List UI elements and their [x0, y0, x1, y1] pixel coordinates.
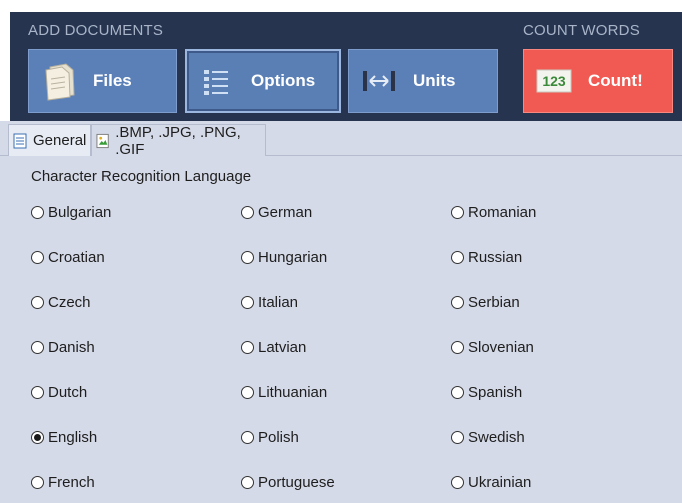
language-radio-spanish[interactable]: Spanish	[451, 384, 522, 401]
radio-dot[interactable]	[31, 341, 44, 354]
files-label: Files	[93, 71, 132, 90]
language-radio-polish[interactable]: Polish	[241, 429, 299, 446]
language-radio-dutch[interactable]: Dutch	[31, 384, 87, 401]
radio-dot[interactable]	[31, 251, 44, 264]
radio-label: Russian	[468, 249, 523, 266]
tab-images-label: .BMP, .JPG, .PNG, .GIF	[115, 123, 241, 158]
language-radio-portuguese[interactable]: Portuguese	[241, 474, 335, 491]
radio-label: Spanish	[468, 384, 523, 401]
count-label: Count!	[588, 71, 643, 90]
radio-label: Portuguese	[258, 474, 335, 491]
width-arrows-icon	[359, 61, 399, 101]
radio-label: Bulgarian	[48, 204, 112, 221]
language-radio-ukrainian[interactable]: Ukrainian	[451, 474, 531, 491]
files-button[interactable]: Files	[28, 49, 177, 113]
radio-label: Dutch	[48, 384, 88, 401]
language-radio-serbian[interactable]: Serbian	[451, 294, 520, 311]
radio-dot[interactable]	[451, 476, 464, 489]
language-radio-romanian[interactable]: Romanian	[451, 204, 536, 221]
language-radio-croatian[interactable]: Croatian	[31, 249, 105, 266]
radio-dot[interactable]	[241, 386, 254, 399]
count-button[interactable]: 123 Count!	[523, 49, 673, 113]
tab-images[interactable]: .BMP, .JPG, .PNG, .GIF	[91, 123, 266, 158]
options-panel: Character Recognition Language Bulgarian…	[0, 156, 682, 503]
radio-label: Croatian	[48, 249, 105, 266]
radio-dot[interactable]	[451, 251, 464, 264]
top-bar: ADD DOCUMENTS COUNT WORDS Files Options …	[0, 0, 682, 121]
page-icon	[13, 133, 27, 148]
tab-strip: General .BMP, .JPG, .PNG, .GIF	[0, 121, 682, 158]
radio-dot[interactable]	[451, 206, 464, 219]
language-radio-russian[interactable]: Russian	[451, 249, 522, 266]
radio-label: Latvian	[258, 339, 307, 356]
image-icon	[96, 133, 109, 148]
language-radio-danish[interactable]: Danish	[31, 339, 95, 356]
ribbon: ADD DOCUMENTS COUNT WORDS Files Options …	[10, 12, 682, 121]
language-radio-hungarian[interactable]: Hungarian	[241, 249, 327, 266]
language-radio-bulgarian[interactable]: Bulgarian	[31, 204, 111, 221]
language-radio-slovenian[interactable]: Slovenian	[451, 339, 534, 356]
units-button[interactable]: Units	[348, 49, 498, 113]
radio-label: French	[48, 474, 95, 491]
radio-label: Slovenian	[468, 339, 534, 356]
options-label: Options	[251, 71, 316, 90]
count-words-label: COUNT WORDS	[523, 22, 640, 39]
radio-label: German	[258, 204, 313, 221]
radio-dot[interactable]	[31, 386, 44, 399]
radio-label: Italian	[258, 294, 299, 311]
language-radio-lithuanian[interactable]: Lithuanian	[241, 384, 327, 401]
radio-dot[interactable]	[241, 476, 254, 489]
language-radio-swedish[interactable]: Swedish	[451, 429, 525, 446]
radio-label: English	[48, 429, 98, 446]
document-icon	[39, 61, 79, 101]
tab-general-label: General	[33, 132, 87, 149]
radio-dot[interactable]	[31, 431, 44, 444]
radio-label: Romanian	[468, 204, 537, 221]
radio-dot[interactable]	[31, 476, 44, 489]
language-radio-german[interactable]: German	[241, 204, 312, 221]
language-radio-latvian[interactable]: Latvian	[241, 339, 306, 356]
tab-general[interactable]: General	[8, 124, 91, 156]
radio-label: Ukrainian	[468, 474, 532, 491]
radio-dot[interactable]	[31, 206, 44, 219]
language-radio-czech[interactable]: Czech	[31, 294, 91, 311]
radio-dot[interactable]	[451, 431, 464, 444]
counter-icon: 123	[534, 61, 574, 101]
radio-dot[interactable]	[451, 296, 464, 309]
radio-dot[interactable]	[241, 206, 254, 219]
radio-label: Lithuanian	[258, 384, 328, 401]
options-button[interactable]: Options	[185, 49, 341, 113]
counter-icon-text: 123	[542, 73, 566, 89]
units-label: Units	[413, 71, 456, 90]
section-title: Character Recognition Language	[31, 168, 252, 185]
radio-label: Czech	[48, 294, 91, 311]
list-icon	[197, 61, 237, 101]
radio-dot[interactable]	[241, 296, 254, 309]
language-radio-english[interactable]: English	[31, 429, 97, 446]
radio-label: Serbian	[468, 294, 520, 311]
radio-dot[interactable]	[451, 341, 464, 354]
radio-dot[interactable]	[241, 431, 254, 444]
radio-label: Polish	[258, 429, 299, 446]
radio-label: Danish	[48, 339, 95, 356]
radio-dot[interactable]	[241, 251, 254, 264]
radio-dot[interactable]	[31, 296, 44, 309]
language-radio-italian[interactable]: Italian	[241, 294, 298, 311]
add-documents-label: ADD DOCUMENTS	[28, 22, 164, 39]
radio-dot[interactable]	[241, 341, 254, 354]
radio-dot[interactable]	[451, 386, 464, 399]
radio-label: Swedish	[468, 429, 525, 446]
radio-label: Hungarian	[258, 249, 328, 266]
language-radio-french[interactable]: French	[31, 474, 95, 491]
